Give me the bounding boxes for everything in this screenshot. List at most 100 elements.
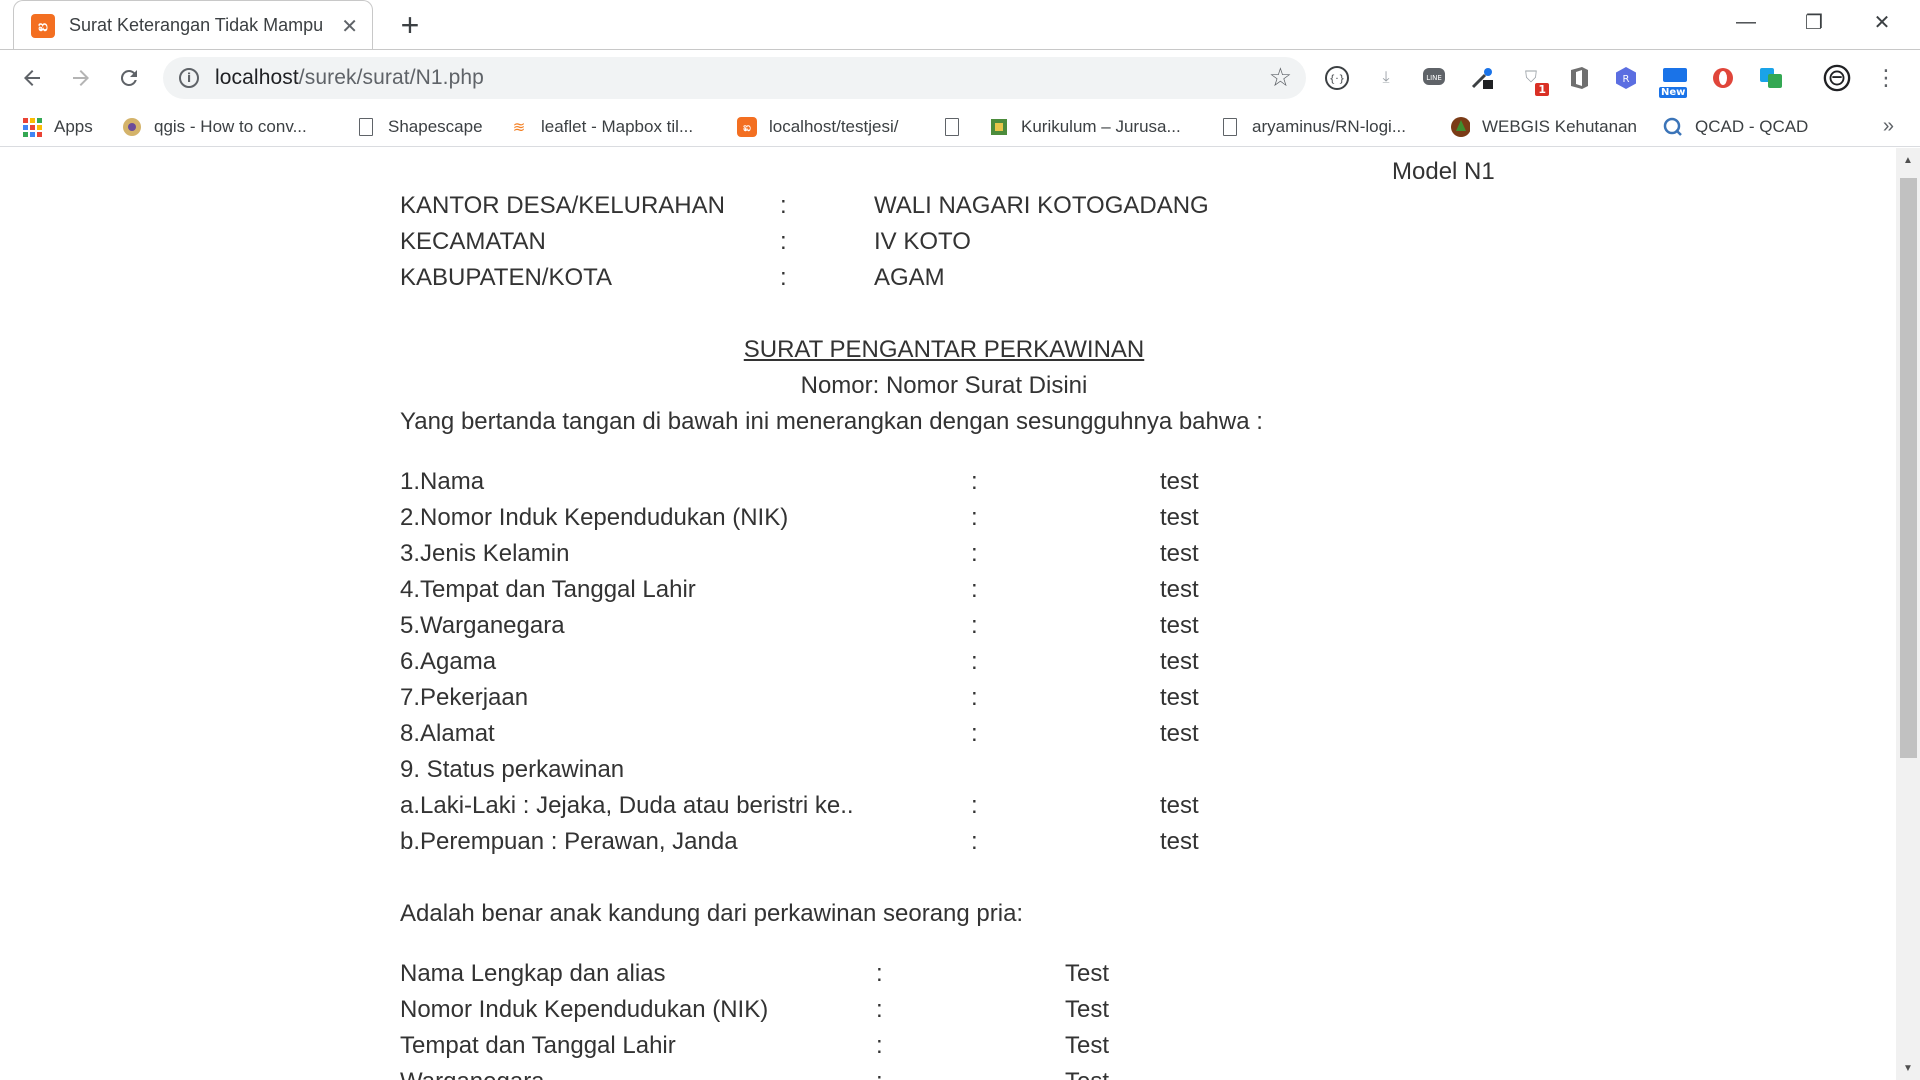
bookmark-leaflet[interactable]: ≋ leaflet - Mapbox til... [509,114,693,140]
url-text[interactable]: localhost/surek/surat/N1.php [215,66,484,90]
bookmark-qcad[interactable]: QCAD - QCAD [1663,114,1808,140]
letter-number: Nomor: Nomor Surat Disini [800,372,1088,399]
bookmark-shapescape[interactable]: Shapescape [356,114,483,140]
profile-avatar-icon[interactable] [1823,64,1851,92]
field-label: 3.Jenis Kelamin [400,540,570,567]
bookmarks-bar: Apps qgis - How to conv... Shapescape ≋ … [0,107,1920,147]
bookmark-star-icon[interactable]: ☆ [1269,62,1292,93]
university-icon [989,117,1009,137]
bookmark-localhost-testjesi[interactable]: ಐ localhost/testjesi/ [737,114,898,140]
bookmark-kurikulum[interactable]: Kurikulum – Jurusa... [989,114,1181,140]
minimize-button[interactable]: — [1712,0,1780,44]
svg-text:LINE: LINE [1426,74,1442,82]
field-value: test [1160,540,1199,567]
extension-shield-icon[interactable]: ⛉ 1 [1517,64,1549,96]
field-label: 1.Nama [400,468,485,495]
field-label: Nama Lengkap dan alias [400,960,666,987]
field-value: test [1160,576,1199,603]
tab-title: Surat Keterangan Tidak Mampu [69,15,324,35]
field-value: test [1160,468,1199,495]
gis-icon [122,117,142,137]
header-colon: : [780,228,787,255]
bookmarks-overflow-icon[interactable]: » [1883,115,1894,138]
field-colon: : [971,792,978,819]
extension-office-icon[interactable] [1565,64,1593,92]
field-value: test [1160,792,1199,819]
field-colon: : [971,612,978,639]
page-icon [942,117,962,137]
field-label: a.Laki-Laki : Jejaka, Duda atau beristri… [400,792,854,819]
field-colon: : [971,828,978,855]
header-label: KECAMATAN [400,228,546,255]
header-colon: : [780,192,787,219]
forward-button[interactable] [61,58,101,98]
field-colon: : [876,960,883,987]
field-colon: : [971,540,978,567]
field-value: test [1160,648,1199,675]
svg-text:{·}: {·} [1329,74,1345,85]
field-value: Test [1065,996,1110,1023]
father-intro-paragraph: Adalah benar anak kandung dari perkawina… [400,900,1024,927]
bookmark-label: leaflet - Mapbox til... [541,117,694,136]
bookmark-untitled[interactable] [942,114,974,140]
extension-download-icon[interactable]: ⤓ [1372,64,1400,92]
bookmark-label: QCAD - QCAD [1695,117,1809,136]
extension-opera-icon[interactable] [1709,64,1737,92]
field-label: 9. Status perkawinan [400,756,625,783]
intro-paragraph: Yang bertanda tangan di bawah ini menera… [400,408,1263,435]
extension-new-icon[interactable]: New [1659,64,1689,98]
field-value: test [1160,828,1199,855]
reload-button[interactable] [109,58,149,98]
scroll-down-icon[interactable]: ▼ [1896,1056,1920,1080]
url-path: /surek/surat/N1.php [298,66,484,89]
tab-close-icon[interactable]: ✕ [341,14,358,39]
browser-tab[interactable]: ಐ Surat Keterangan Tidak Mampu ✕ [13,0,373,50]
extension-line-icon[interactable]: LINE [1420,64,1448,92]
back-button[interactable] [12,58,52,98]
forestry-icon [1450,117,1470,137]
field-value: Test [1065,960,1110,987]
site-info-icon[interactable]: i [179,68,199,88]
bookmark-label: localhost/testjesi/ [769,117,899,136]
header-label: KANTOR DESA/KELURAHAN [400,192,725,219]
apps-grid-icon [22,117,42,137]
field-label: Warganegara [400,1068,545,1080]
bookmark-qgis[interactable]: qgis - How to conv... [122,114,307,140]
field-label: 8.Alamat [400,720,495,747]
extension-translate-icon[interactable] [1757,64,1785,92]
field-colon: : [971,504,978,531]
qcad-icon [1663,117,1683,137]
new-tab-button[interactable]: + [392,7,428,43]
page-icon [1220,117,1240,137]
field-label: Tempat dan Tanggal Lahir [400,1032,676,1059]
scroll-up-icon[interactable]: ▲ [1896,148,1920,172]
close-window-button[interactable]: ✕ [1848,0,1916,44]
field-label: 6.Agama [400,648,497,675]
scrollbar-thumb[interactable] [1900,178,1917,758]
restore-button[interactable]: ❐ [1780,0,1848,44]
extension-code-icon[interactable]: {·} [1323,64,1351,92]
bookmark-label: qgis - How to conv... [154,117,307,136]
bookmark-webgis[interactable]: WEBGIS Kehutanan [1450,114,1637,140]
reload-icon [120,69,137,86]
extension-eyedropper-icon[interactable] [1468,64,1496,92]
extension-badge-count: 1 [1535,83,1549,96]
bookmark-aryaminus[interactable]: aryaminus/RN-logi... [1220,114,1406,140]
bookmark-label: aryaminus/RN-logi... [1252,117,1406,136]
field-colon: : [971,684,978,711]
field-colon: : [876,1068,883,1080]
bookmark-label: Apps [54,117,93,136]
vertical-scrollbar[interactable]: ▲ ▼ [1896,148,1920,1080]
field-colon: : [971,720,978,747]
bookmark-apps[interactable]: Apps [22,114,93,140]
header-value: WALI NAGARI KOTOGADANG [874,192,1209,219]
browser-toolbar: i localhost/surek/surat/N1.php ☆ {·} ⤓ L… [0,50,1920,107]
browser-menu-icon[interactable]: ⋮ [1872,64,1900,92]
url-host: localhost [215,66,299,89]
address-bar[interactable]: i localhost/surek/surat/N1.php ☆ [163,57,1306,99]
forward-arrow-icon [73,70,89,86]
stackoverflow-icon: ≋ [512,119,526,136]
xampp-favicon-icon: ಐ [31,13,55,38]
field-value: test [1160,504,1199,531]
extension-hexagon-icon[interactable]: R [1612,64,1640,92]
